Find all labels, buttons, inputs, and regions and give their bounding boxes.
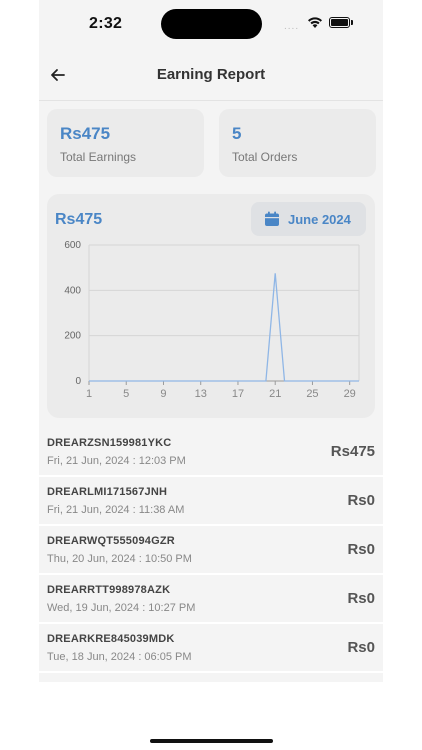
battery-icon (329, 17, 350, 28)
order-amount: Rs0 (347, 590, 375, 607)
earnings-series-line (89, 273, 359, 382)
x-tick-label: 25 (306, 388, 318, 400)
earnings-chart-card: Rs475 June 2024 0 200 400 600 1 5 9 13 17 21 25 29 (47, 194, 375, 418)
total-orders-value: 5 (232, 124, 242, 143)
app-screen: 2:32 .... Earning Report Rs475 Total Ear… (39, 0, 383, 682)
total-orders-card: 5 Total Orders (219, 109, 376, 177)
x-tick-label: 1 (86, 388, 92, 400)
y-tick-label: 0 (75, 376, 81, 387)
order-id: DREARZSN159981YKC (47, 437, 172, 449)
page-title: Earning Report (156, 66, 266, 83)
x-tick-label: 9 (160, 388, 166, 400)
x-tick-label: 13 (195, 388, 207, 400)
y-tick-label: 600 (64, 240, 81, 251)
order-id: DREARKRE845039MDK (47, 633, 175, 645)
order-date: Fri, 21 Jun, 2024 : 12:03 PM (47, 455, 186, 467)
signal-icon: .... (284, 21, 300, 32)
order-row[interactable]: DREARRTT998978AZK Wed, 19 Jun, 2024 : 10:… (39, 575, 383, 624)
total-earnings-card: Rs475 Total Earnings (47, 109, 204, 177)
total-orders-label: Total Orders (232, 150, 298, 164)
y-tick-label: 200 (64, 331, 81, 342)
battery-tip (351, 20, 353, 25)
order-id: DREARRTT998978AZK (47, 584, 171, 596)
earnings-line-chart: 0 200 400 600 1 5 9 13 17 21 25 29 (64, 240, 360, 400)
order-row[interactable]: DREARWQT555094GZR Thu, 20 Jun, 2024 : 10:… (39, 526, 383, 575)
order-amount: Rs0 (347, 639, 375, 656)
order-row[interactable]: DREARLMI171567JNH Fri, 21 Jun, 2024 : 11:… (39, 477, 383, 526)
order-amount: Rs0 (347, 492, 375, 509)
status-bar: 2:32 .... (39, 0, 383, 50)
order-date: Fri, 21 Jun, 2024 : 11:38 AM (47, 504, 185, 516)
x-tick-label: 21 (269, 388, 281, 400)
x-tick-label: 5 (123, 388, 129, 400)
total-earnings-value: Rs475 (60, 124, 111, 143)
order-date: Tue, 18 Jun, 2024 : 06:05 PM (47, 651, 192, 663)
order-row[interactable]: DREARKRE845039MDK Tue, 18 Jun, 2024 : 06:… (39, 624, 383, 673)
order-amount: Rs0 (347, 541, 375, 558)
order-row[interactable]: DREARZSN159981YKC Fri, 21 Jun, 2024 : 12:… (39, 428, 383, 477)
status-time: 2:32 (89, 15, 123, 32)
order-date: Wed, 19 Jun, 2024 : 10:27 PM (47, 602, 196, 614)
x-tick-label: 17 (232, 388, 244, 400)
wifi-icon (308, 17, 322, 28)
order-list: DREARZSN159981YKC Fri, 21 Jun, 2024 : 12:… (39, 428, 383, 673)
app-header: Earning Report (39, 54, 383, 100)
order-id: DREARLMI171567JNH (47, 486, 168, 498)
total-earnings-label: Total Earnings (60, 150, 137, 164)
x-tick-label: 29 (344, 388, 356, 400)
order-date: Thu, 20 Jun, 2024 : 10:50 PM (47, 553, 192, 565)
order-id: DREARWQT555094GZR (47, 535, 175, 547)
header-divider (39, 100, 383, 101)
dynamic-island (161, 9, 262, 39)
home-indicator[interactable] (150, 739, 273, 743)
order-amount: Rs475 (330, 443, 375, 460)
y-tick-label: 400 (64, 285, 81, 296)
